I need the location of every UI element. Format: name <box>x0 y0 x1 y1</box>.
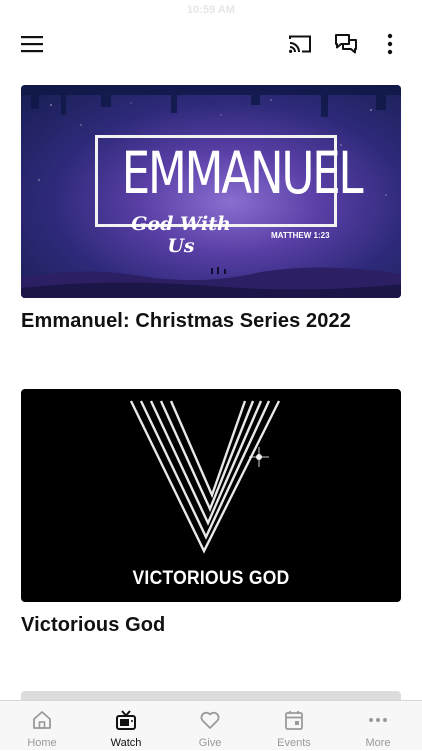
home-icon <box>33 711 51 729</box>
top-app-bar <box>0 28 422 58</box>
calendar-icon <box>285 711 303 730</box>
hamburger-menu-icon <box>21 36 43 53</box>
tab-label: Home <box>27 737 57 749</box>
media-thumbnail[interactable]: VICTORIOUS GOD <box>21 389 401 602</box>
bottom-tab-bar: Home Watch Give Events More <box>0 700 422 750</box>
chat-bubbles-icon <box>335 34 357 54</box>
tab-home[interactable]: Home <box>0 701 84 751</box>
status-time: 10:59 AM <box>187 4 235 16</box>
tab-more[interactable]: More <box>336 701 420 751</box>
menu-button[interactable] <box>18 30 46 58</box>
art-title: EMMANUEL <box>121 139 364 207</box>
media-title[interactable]: Victorious God <box>21 614 401 637</box>
heart-icon <box>200 711 220 729</box>
tab-label: Events <box>277 737 311 749</box>
tab-label: Watch <box>110 737 142 749</box>
tv-icon <box>116 710 136 730</box>
tab-watch[interactable]: Watch <box>84 701 168 751</box>
media-thumbnail[interactable]: EMMANUEL God With Us MATTHEW 1:23 <box>21 85 401 298</box>
tab-label: Give <box>198 737 222 749</box>
art-verse: MATTHEW 1:23 <box>271 231 330 240</box>
cast-icon <box>289 35 311 53</box>
media-card-victorious-god[interactable]: VICTORIOUS GOD Victorious God <box>21 389 401 637</box>
tab-give[interactable]: Give <box>168 701 252 751</box>
vertical-dots-icon <box>387 33 393 55</box>
horizontal-dots-icon <box>369 718 387 722</box>
art-title: VICTORIOUS GOD <box>132 568 290 589</box>
tab-events[interactable]: Events <box>252 701 336 751</box>
tab-label: More <box>365 737 391 749</box>
overflow-menu-button[interactable] <box>376 30 404 58</box>
cast-button[interactable] <box>286 30 314 58</box>
hills-silhouette-art <box>21 267 401 298</box>
media-card-emmanuel[interactable]: EMMANUEL God With Us MATTHEW 1:23 Emmanu… <box>21 85 401 333</box>
chat-button[interactable] <box>332 30 360 58</box>
media-title[interactable]: Emmanuel: Christmas Series 2022 <box>21 310 401 333</box>
